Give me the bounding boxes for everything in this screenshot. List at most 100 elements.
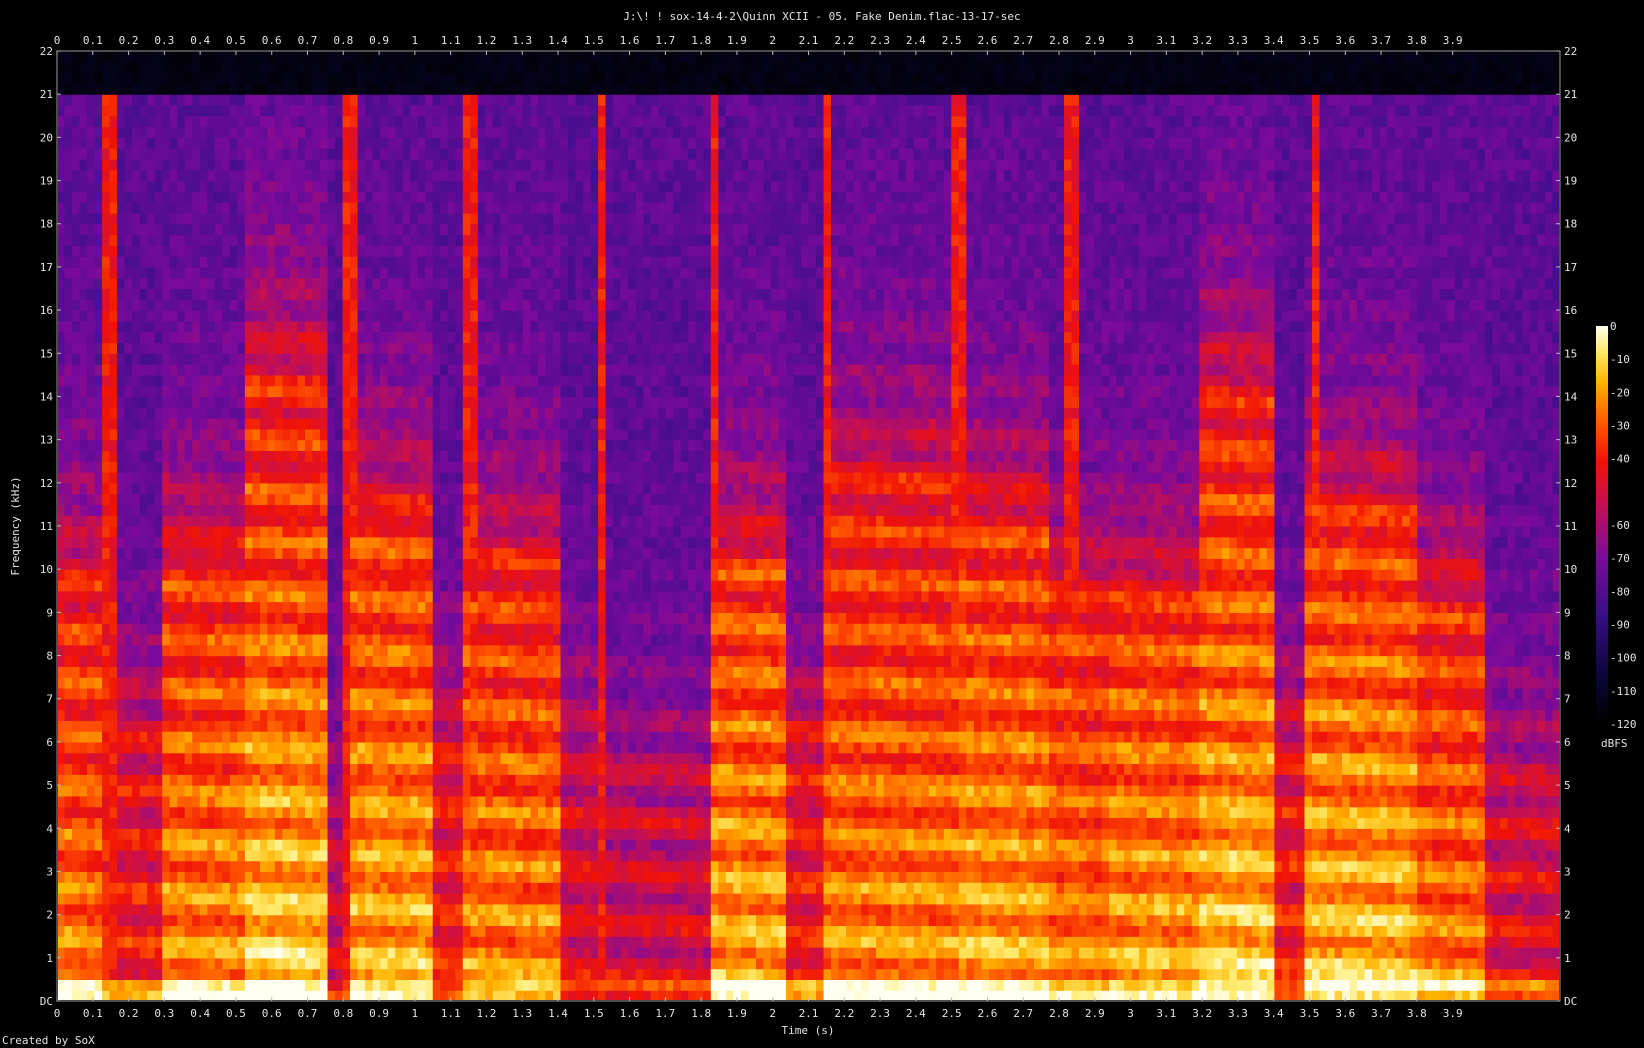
heatmap-cell xyxy=(207,871,216,883)
heatmap-cell xyxy=(252,925,261,937)
heatmap-cell xyxy=(259,450,269,462)
heatmap-cell xyxy=(87,860,96,873)
heatmap-cell xyxy=(207,903,216,916)
heatmap-cell xyxy=(365,223,374,236)
heatmap-cell xyxy=(455,655,464,667)
heatmap-cell xyxy=(207,83,216,95)
heatmap-cell xyxy=(169,94,178,106)
heatmap-cell xyxy=(177,774,186,786)
heatmap-cell xyxy=(72,223,81,236)
heatmap-cell xyxy=(312,687,321,700)
heatmap-cell xyxy=(207,893,216,905)
heatmap-cell xyxy=(58,202,66,214)
heatmap-cell xyxy=(447,731,456,743)
heatmap-cell xyxy=(297,450,306,462)
heatmap-cell xyxy=(320,52,329,63)
heatmap-cell xyxy=(410,914,419,927)
heatmap-cell xyxy=(109,893,118,905)
heatmap-cell xyxy=(274,148,284,160)
heatmap-cell xyxy=(192,94,201,106)
heatmap-cell xyxy=(94,374,103,387)
heatmap-cell xyxy=(380,115,389,128)
heatmap-cell xyxy=(365,299,374,311)
heatmap-cell xyxy=(425,828,434,840)
heatmap-cell xyxy=(132,407,141,419)
heatmap-cell xyxy=(79,893,88,905)
heatmap-cell xyxy=(237,925,246,937)
heatmap-cell xyxy=(297,785,306,797)
heatmap-cell xyxy=(124,720,133,732)
heatmap-cell xyxy=(229,148,238,160)
heatmap-cell xyxy=(417,655,426,667)
heatmap-cell xyxy=(387,763,396,775)
heatmap-cell xyxy=(72,860,81,873)
heatmap-cell xyxy=(350,655,359,667)
heatmap-cell xyxy=(320,353,329,365)
heatmap-cell xyxy=(477,439,486,452)
heatmap-cell xyxy=(425,893,434,905)
heatmap-cell xyxy=(267,418,276,430)
heatmap-cell xyxy=(229,482,238,495)
heatmap-cell xyxy=(154,277,163,290)
heatmap-cell xyxy=(410,331,419,344)
heatmap-cell xyxy=(432,202,441,214)
heatmap-cell xyxy=(124,396,133,408)
heatmap-cell xyxy=(79,439,88,452)
heatmap-cell xyxy=(417,61,426,74)
heatmap-cell xyxy=(289,547,299,559)
heatmap-cell xyxy=(274,310,284,322)
heatmap-cell xyxy=(410,353,419,365)
heatmap-cell xyxy=(222,191,231,203)
heatmap-cell xyxy=(109,234,118,246)
heatmap-cell xyxy=(380,590,389,603)
heatmap-cell xyxy=(237,353,246,365)
heatmap-cell xyxy=(192,968,201,981)
heatmap-cell xyxy=(58,526,66,538)
heatmap-cell xyxy=(222,526,231,538)
heatmap-cell xyxy=(162,633,171,646)
heatmap-cell xyxy=(64,288,73,300)
heatmap-cell xyxy=(117,936,126,948)
heatmap-cell xyxy=(357,806,366,819)
heatmap-cell xyxy=(387,914,396,927)
heatmap-cell xyxy=(477,579,486,592)
heatmap-cell xyxy=(102,547,111,559)
heatmap-cell xyxy=(169,893,178,905)
heatmap-cell xyxy=(109,493,118,506)
heatmap-cell xyxy=(372,450,381,462)
heatmap-cell xyxy=(432,936,441,948)
heatmap-cell xyxy=(252,320,261,333)
heatmap-cell xyxy=(199,191,208,203)
heatmap-cell xyxy=(94,482,103,495)
heatmap-cell xyxy=(282,191,291,203)
heatmap-cell xyxy=(312,310,321,322)
heatmap-cell xyxy=(214,731,223,743)
heatmap-cell xyxy=(259,385,269,398)
heatmap-cell xyxy=(327,536,336,549)
heatmap-cell xyxy=(387,148,396,160)
heatmap-cell xyxy=(162,320,171,333)
heatmap-cell xyxy=(380,202,389,214)
heatmap-cell xyxy=(320,720,329,732)
heatmap-cell xyxy=(139,364,148,376)
heatmap-cell xyxy=(58,612,66,624)
heatmap-cell xyxy=(214,752,223,765)
heatmap-cell xyxy=(305,266,314,279)
heatmap-cell xyxy=(357,202,366,214)
heatmap-cell xyxy=(64,698,73,711)
heatmap-cell xyxy=(380,61,389,74)
heatmap-cell xyxy=(184,698,193,711)
heatmap-cell xyxy=(147,763,156,775)
heatmap-cell xyxy=(154,590,163,603)
heatmap-cell xyxy=(462,223,471,236)
heatmap-cell xyxy=(87,925,96,937)
heatmap-cell xyxy=(162,774,171,786)
heatmap-cell xyxy=(177,720,186,732)
heatmap-cell xyxy=(64,741,73,754)
heatmap-cell xyxy=(58,266,66,279)
heatmap-cell xyxy=(432,83,441,95)
heatmap-cell xyxy=(94,979,103,991)
heatmap-cell xyxy=(440,817,449,829)
heatmap-cell xyxy=(350,795,359,808)
heatmap-cell xyxy=(335,94,344,106)
